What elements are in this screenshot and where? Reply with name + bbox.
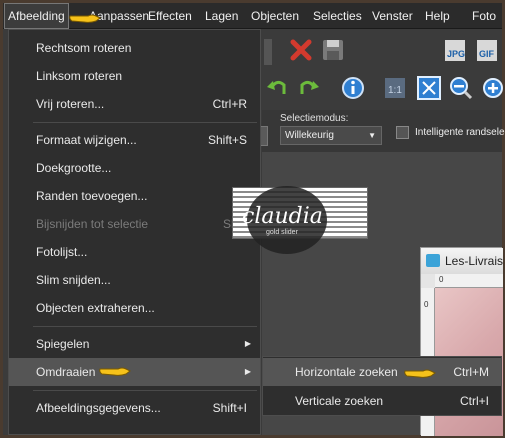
fit-window-icon[interactable] <box>416 75 442 101</box>
watermark-text: claudia <box>242 204 323 229</box>
menu-item-rotate-left[interactable]: Linksom roteren <box>9 62 260 90</box>
menu-item-crop-to-selection: Bijsnijden tot selectie Shift <box>9 210 260 238</box>
gif-export-icon[interactable]: GIF <box>474 37 500 63</box>
shortcut-label: Ctrl+I <box>459 394 489 408</box>
menu-item-resize[interactable]: Formaat wijzigen... Shift+S <box>9 126 260 154</box>
hand-pointer-icon <box>404 369 436 378</box>
selection-mode-value: Willekeurig <box>285 130 334 141</box>
zoom-out-icon[interactable] <box>448 75 474 101</box>
menu-objecten[interactable]: Objecten <box>251 3 299 29</box>
menu-item-smart-carver[interactable]: Slim snijden... <box>9 266 260 294</box>
redo-icon[interactable] <box>296 75 322 101</box>
svg-text:JPG: JPG <box>447 49 465 59</box>
menu-afbeelding[interactable]: Afbeelding <box>4 3 69 29</box>
omdraaien-submenu: Horizontale zoeken Ctrl+M Verticale zoek… <box>262 356 502 416</box>
save-icon[interactable] <box>320 37 346 63</box>
jpeg-export-icon[interactable]: JPG <box>442 37 468 63</box>
standard-toolbar: JPG GIF <box>262 33 502 67</box>
svg-text:1:1: 1:1 <box>388 85 402 96</box>
shortcut-label: Ctrl+M <box>453 365 489 379</box>
view-toolbar: 1:1 <box>262 69 505 107</box>
document-titlebar[interactable]: Les-Livrais <box>421 248 503 274</box>
menu-item-flip[interactable]: Omdraaien ▶ <box>9 358 260 386</box>
smart-edges-label: Intelligente randselec <box>415 127 505 138</box>
menu-separator <box>33 326 257 327</box>
horizontal-ruler: 0 <box>435 274 503 288</box>
document-title: Les-Livrais <box>445 254 504 268</box>
menu-selecties[interactable]: Selecties <box>313 3 362 29</box>
menu-item-picture-frame[interactable]: Fotolijst... <box>9 238 260 266</box>
menu-item-mirror[interactable]: Spiegelen ▶ <box>9 330 260 358</box>
selection-mode-label: Selectiemodus: <box>280 113 349 124</box>
menu-venster[interactable]: Venster <box>372 3 413 29</box>
chevron-down-icon: ▼ <box>368 131 376 140</box>
shortcut-label: Ctrl+R <box>212 97 247 111</box>
selection-mode-select[interactable]: Willekeurig ▼ <box>280 126 382 145</box>
afbeelding-menu: Rechtsom roteren Linksom roteren Vrij ro… <box>8 29 261 435</box>
menu-separator <box>33 122 257 123</box>
menu-help[interactable]: Help <box>425 3 450 29</box>
info-icon[interactable] <box>340 75 366 101</box>
ruler-v-label: 0 <box>424 300 429 309</box>
menu-foto[interactable]: Foto <box>472 3 496 29</box>
submenu-arrow-icon: ▶ <box>244 367 251 376</box>
ruler-h-label: 0 <box>439 275 444 284</box>
image-document-icon <box>426 254 440 267</box>
submenu-item-flip-horizontal[interactable]: Horizontale zoeken Ctrl+M <box>263 358 501 386</box>
menu-item-canvas-size[interactable]: Doekgrootte... <box>9 154 260 182</box>
zoom-in-icon[interactable] <box>480 75 505 101</box>
close-red-x-icon[interactable] <box>288 37 314 63</box>
menu-item-rotate-right[interactable]: Rechtsom roteren <box>9 34 260 62</box>
menu-item-image-info[interactable]: Afbeeldingsgegevens... Shift+I <box>9 394 260 422</box>
menu-item-add-borders[interactable]: Randen toevoegen... <box>9 182 260 210</box>
menu-lagen[interactable]: Lagen <box>205 3 238 29</box>
shortcut-label: Shift+I <box>212 401 247 415</box>
submenu-item-flip-vertical[interactable]: Verticale zoeken Ctrl+I <box>263 387 501 415</box>
actual-size-icon[interactable]: 1:1 <box>382 75 408 101</box>
svg-text:GIF: GIF <box>479 49 495 59</box>
hand-pointer-icon <box>99 367 131 376</box>
watermark-subtext: gold slider <box>266 229 298 236</box>
menu-item-object-extractor[interactable]: Objecten extraheren... <box>9 294 260 322</box>
shortcut-label: Shift+S <box>207 133 247 147</box>
toolbar-separator <box>264 39 272 65</box>
smart-edges-checkbox[interactable] <box>396 126 409 139</box>
menu-effecten[interactable]: Effecten <box>148 3 192 29</box>
menu-separator <box>33 390 257 391</box>
undo-icon[interactable] <box>264 75 290 101</box>
menu-item-free-rotate[interactable]: Vrij roteren... Ctrl+R <box>9 90 260 118</box>
submenu-arrow-icon: ▶ <box>244 339 251 348</box>
hand-pointer-icon <box>69 14 101 23</box>
